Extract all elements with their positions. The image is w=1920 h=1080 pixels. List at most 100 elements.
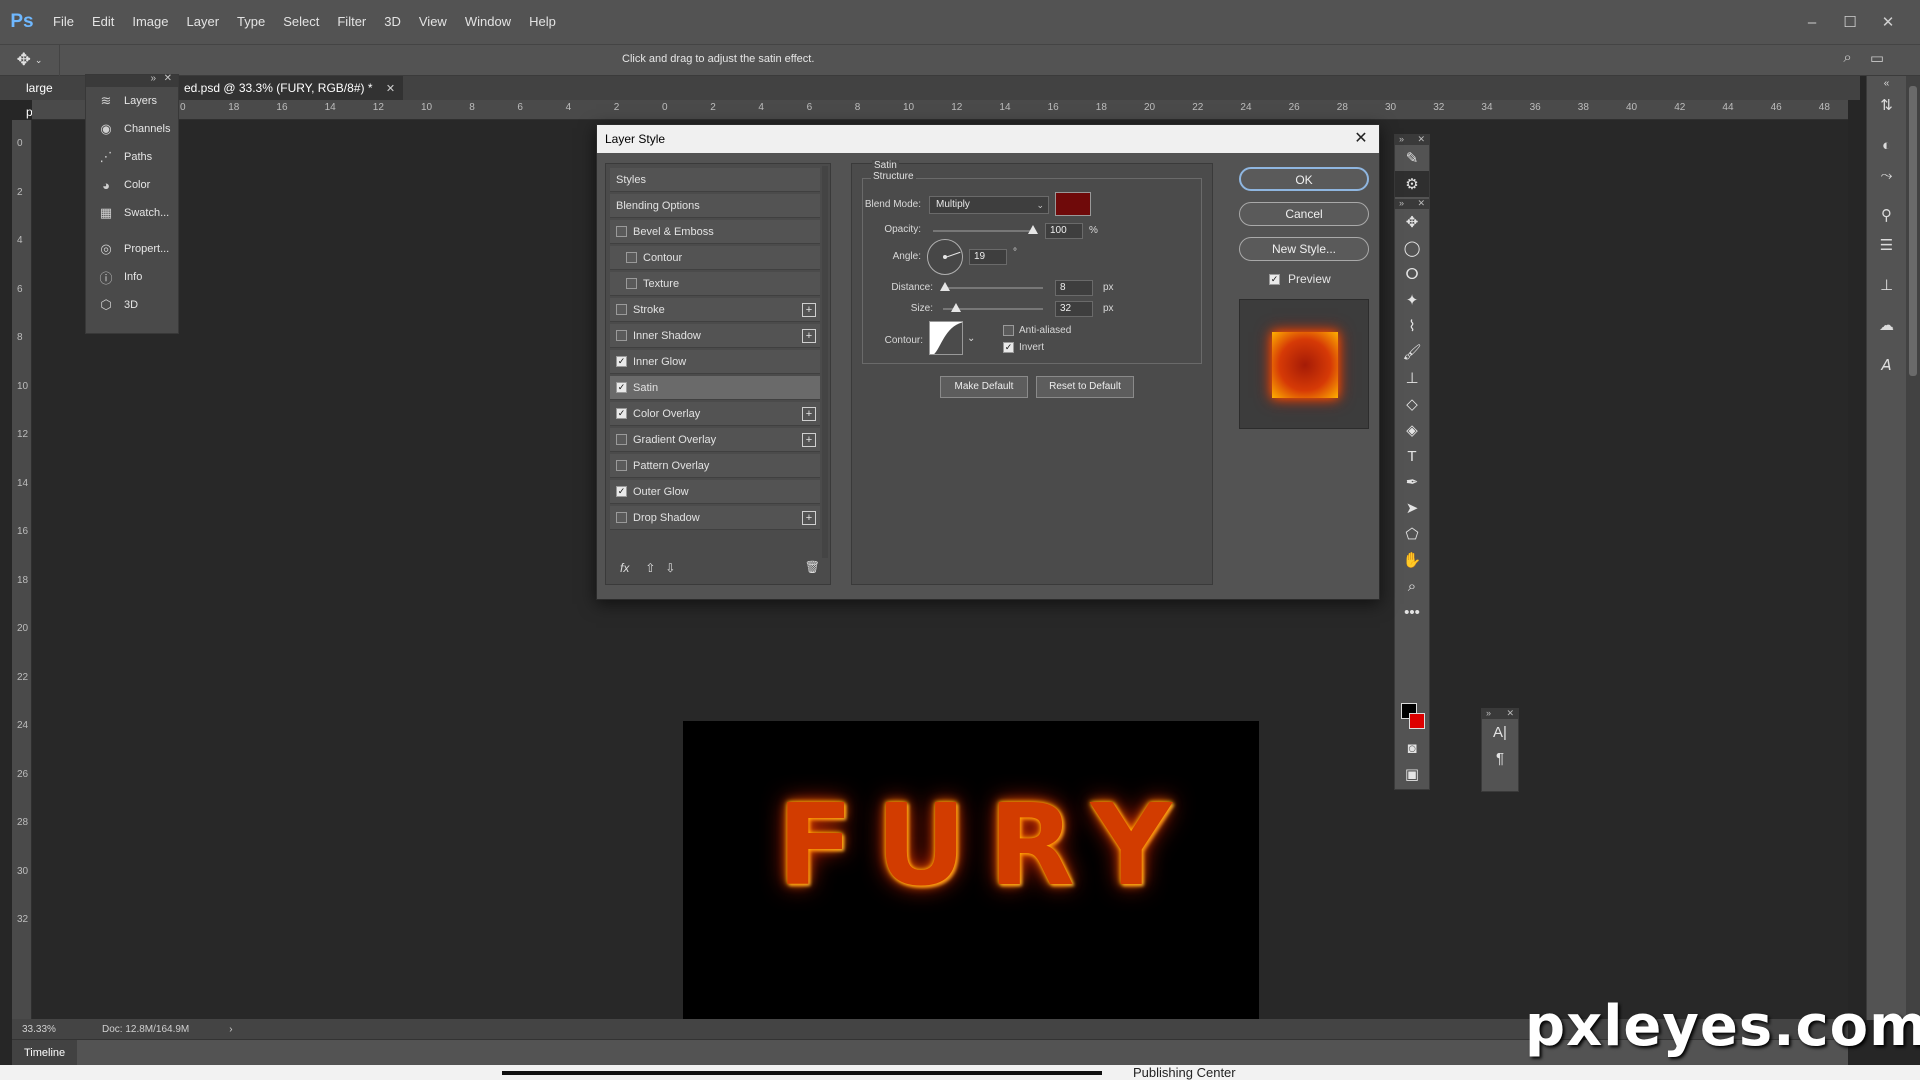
- brush-settings-icon[interactable]: ⚲: [1867, 200, 1906, 230]
- style-blending-options[interactable]: Blending Options: [610, 194, 820, 218]
- opacity-slider-thumb[interactable]: [1028, 225, 1038, 234]
- style-color-overlay[interactable]: ✓ Color Overlay +: [610, 402, 820, 426]
- tab-large-poster[interactable]: large poste: [12, 76, 86, 119]
- distance-slider[interactable]: [943, 287, 1043, 289]
- menu-edit[interactable]: Edit: [83, 0, 123, 44]
- move-up-icon[interactable]: ⇧: [645, 561, 655, 575]
- search-icon[interactable]: ⌕: [1843, 49, 1851, 67]
- tab-fury-psd[interactable]: ed.psd @ 33.3% (FURY, RGB/8#) * ✕: [170, 76, 404, 100]
- more-icon[interactable]: •••: [1395, 599, 1429, 625]
- style-checkbox[interactable]: [626, 252, 637, 263]
- hand-icon[interactable]: ✋: [1395, 547, 1429, 573]
- blend-mode-select[interactable]: Multiply ⌄: [929, 196, 1049, 214]
- trash-icon[interactable]: 🗑: [805, 560, 820, 574]
- style-checkbox[interactable]: ✓: [616, 356, 627, 367]
- invert-checkbox[interactable]: ✓: [1003, 342, 1014, 353]
- ok-button[interactable]: OK: [1239, 167, 1369, 191]
- style-checkbox[interactable]: ✓: [616, 382, 627, 393]
- style-pattern-overlay[interactable]: Pattern Overlay: [610, 454, 820, 478]
- collapse-icon[interactable]: »: [1399, 198, 1404, 208]
- add-style-icon[interactable]: +: [802, 433, 816, 447]
- panel-item-swatch[interactable]: ▦ Swatch...: [86, 199, 178, 227]
- collapse-icon[interactable]: »: [1486, 708, 1491, 718]
- close-window-button[interactable]: ✕: [1874, 8, 1902, 36]
- panel-item-layers[interactable]: ≋ Layers: [86, 87, 178, 115]
- close-icon[interactable]: ✕: [1417, 134, 1425, 145]
- style-drop-shadow[interactable]: Drop Shadow +: [610, 506, 820, 530]
- glyphs-icon[interactable]: 𝘈: [1867, 350, 1906, 380]
- style-checkbox[interactable]: [616, 434, 627, 445]
- style-checkbox[interactable]: [616, 226, 627, 237]
- style-gradient-overlay[interactable]: Gradient Overlay +: [610, 428, 820, 452]
- distance-slider-thumb[interactable]: [940, 282, 950, 291]
- angle-dial[interactable]: [927, 239, 963, 275]
- move-icon[interactable]: ✥: [1395, 209, 1429, 235]
- marquee-icon[interactable]: ◯: [1395, 235, 1429, 261]
- path-select-icon[interactable]: ➤: [1395, 495, 1429, 521]
- clone-source-icon[interactable]: ⊥: [1867, 270, 1906, 300]
- make-default-button[interactable]: Make Default: [940, 376, 1028, 398]
- collapse-icon[interactable]: «: [1867, 76, 1906, 90]
- style-inner-glow[interactable]: ✓ Inner Glow: [610, 350, 820, 374]
- cancel-button[interactable]: Cancel: [1239, 202, 1369, 226]
- panel-item-propert[interactable]: ◎ Propert...: [86, 235, 178, 263]
- actions-icon[interactable]: ⤳: [1867, 160, 1906, 190]
- style-checkbox[interactable]: [616, 304, 627, 315]
- panel-item-color[interactable]: ◕ Color: [86, 171, 178, 199]
- preview-toggle[interactable]: ✓ Preview: [1239, 272, 1369, 286]
- close-icon[interactable]: ✕: [1417, 198, 1425, 209]
- close-icon[interactable]: ✕: [1506, 708, 1514, 719]
- panel-item-3d[interactable]: ⬡ 3D: [86, 291, 178, 319]
- style-checkbox[interactable]: [626, 278, 637, 289]
- style-checkbox[interactable]: ✓: [616, 486, 627, 497]
- settings-gear-icon[interactable]: ⚙: [1395, 171, 1429, 197]
- anti-aliased-checkbox[interactable]: [1003, 325, 1014, 336]
- menu-help[interactable]: Help: [520, 0, 565, 44]
- contour-picker[interactable]: [929, 321, 963, 355]
- collapse-icon[interactable]: »: [150, 73, 156, 84]
- tab-timeline[interactable]: Timeline: [12, 1040, 78, 1066]
- chevron-down-icon[interactable]: ⌄: [967, 333, 975, 344]
- collapse-icon[interactable]: »: [1399, 134, 1404, 144]
- pen-icon[interactable]: ✒: [1395, 469, 1429, 495]
- quick-mask-icon[interactable]: ◙: [1395, 735, 1429, 761]
- distance-input[interactable]: 8: [1055, 280, 1093, 296]
- new-style-button[interactable]: New Style...: [1239, 237, 1369, 261]
- type-icon[interactable]: T: [1395, 443, 1429, 469]
- style-checkbox[interactable]: ✓: [616, 408, 627, 419]
- background-color-swatch[interactable]: [1409, 713, 1425, 729]
- maximize-button[interactable]: ☐: [1836, 8, 1864, 36]
- menu-image[interactable]: Image: [123, 0, 177, 44]
- adjustments-icon[interactable]: ◐: [1867, 130, 1906, 160]
- close-icon[interactable]: ✕: [1349, 125, 1373, 153]
- move-tool-icon[interactable]: ✥ ⌄: [0, 44, 60, 76]
- style-styles[interactable]: Styles: [610, 168, 820, 192]
- satin-color-swatch[interactable]: [1055, 192, 1091, 216]
- panel-item-info[interactable]: ⓘ Info: [86, 263, 178, 291]
- styles-scrollbar[interactable]: [822, 166, 828, 558]
- style-outer-glow[interactable]: ✓ Outer Glow: [610, 480, 820, 504]
- style-contour[interactable]: Contour: [610, 246, 820, 270]
- opacity-slider[interactable]: [933, 230, 1033, 232]
- brush-icon[interactable]: 🖌: [1395, 339, 1429, 365]
- panel-item-paths[interactable]: ⋰ Paths: [86, 143, 178, 171]
- stamp-icon[interactable]: ⊥: [1395, 365, 1429, 391]
- preview-checkbox[interactable]: ✓: [1269, 273, 1280, 285]
- style-checkbox[interactable]: [616, 460, 627, 471]
- menu-select[interactable]: Select: [274, 0, 328, 44]
- size-input[interactable]: 32: [1055, 301, 1093, 317]
- shape-icon[interactable]: ⬠: [1395, 521, 1429, 547]
- angle-input[interactable]: 19: [969, 249, 1007, 265]
- character-icon[interactable]: A|: [1482, 719, 1518, 745]
- magic-wand-icon[interactable]: ✦: [1395, 287, 1429, 313]
- zoom-level[interactable]: 33.33%: [12, 1024, 84, 1035]
- eyedropper-icon[interactable]: ⌇: [1395, 313, 1429, 339]
- close-icon[interactable]: ✕: [386, 83, 395, 95]
- brush-preset-icon[interactable]: ✎: [1395, 145, 1429, 171]
- style-texture[interactable]: Texture: [610, 272, 820, 296]
- panel-item-channels[interactable]: ◉ Channels: [86, 115, 178, 143]
- eraser-icon[interactable]: ◇: [1395, 391, 1429, 417]
- lasso-icon[interactable]: ⵔ: [1395, 261, 1429, 287]
- style-stroke[interactable]: Stroke +: [610, 298, 820, 322]
- move-down-icon[interactable]: ⇩: [665, 561, 675, 575]
